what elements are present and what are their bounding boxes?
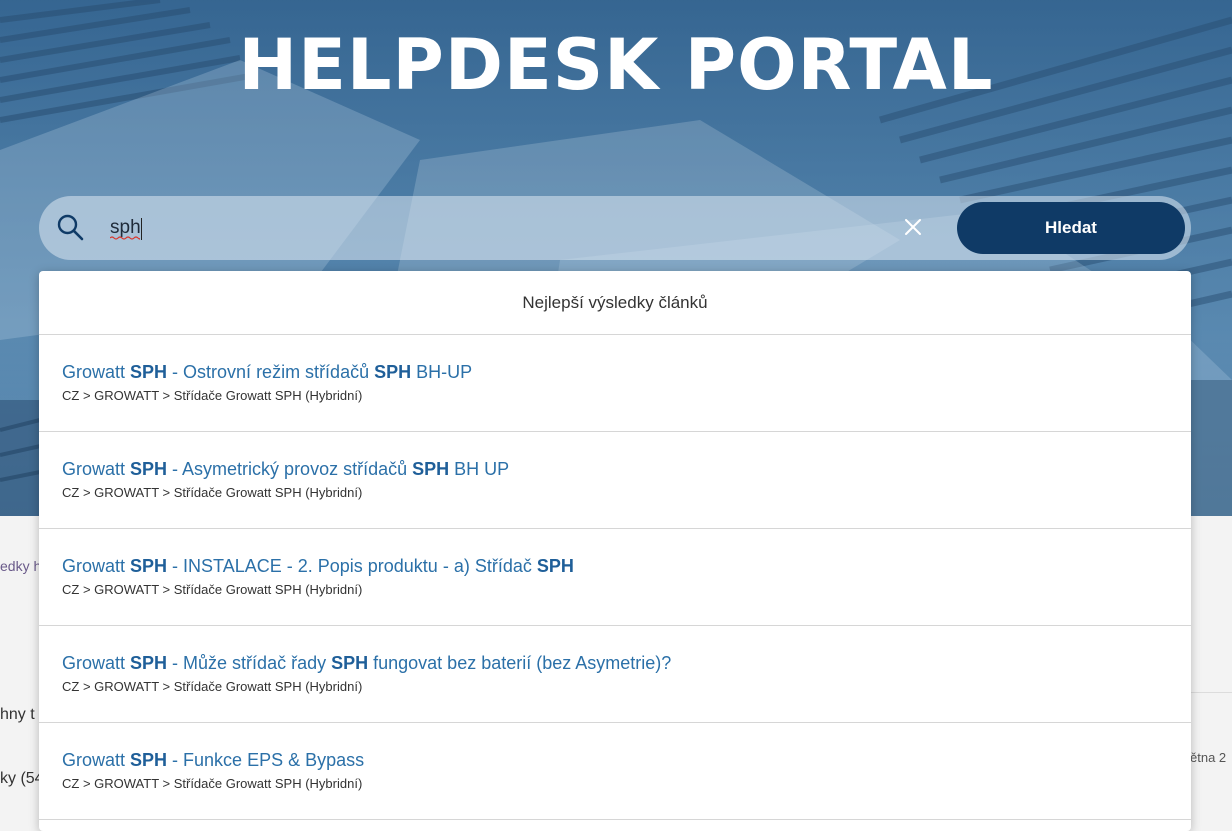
result-title-highlight: SPH bbox=[130, 459, 168, 479]
result-title-link[interactable]: Growatt SPH - Může střídač řady SPH fung… bbox=[62, 626, 1191, 674]
search-submit-button[interactable]: Hledat bbox=[957, 202, 1185, 254]
result-title-link[interactable]: Growatt SPH - Funkce EPS & Bypass bbox=[62, 723, 1191, 771]
result-title-text: Growatt bbox=[62, 556, 131, 576]
background-date-fragment: ětna 2 bbox=[1190, 750, 1227, 765]
result-breadcrumb: CZ > GROWATT > Střídače Growatt SPH (Hyb… bbox=[62, 679, 363, 694]
result-title-text: Growatt bbox=[62, 653, 131, 673]
result-title-text: Growatt bbox=[62, 750, 131, 770]
result-title-link[interactable]: Growatt SPH - INSTALACE - 2. Popis produ… bbox=[62, 529, 1191, 577]
result-title-text: - Ostrovní režim střídačů bbox=[167, 362, 375, 382]
result-title-highlight: SPH bbox=[412, 459, 450, 479]
background-link-fragment[interactable]: edky h bbox=[0, 558, 41, 574]
background-text-fragment: ky (54 bbox=[0, 770, 44, 787]
result-title-text: - Funkce EPS & Bypass bbox=[167, 750, 365, 770]
search-input[interactable] bbox=[110, 212, 870, 244]
result-title-highlight: SPH bbox=[130, 362, 168, 382]
result-title-text: Growatt bbox=[62, 362, 131, 382]
spellcheck-underline bbox=[110, 236, 140, 240]
search-result-item[interactable]: Growatt SPH - Může střídač řady SPH fung… bbox=[39, 626, 1191, 723]
result-title-text: fungovat bez baterií (bez Asymetrie)? bbox=[368, 653, 672, 673]
close-icon[interactable] bbox=[900, 214, 926, 240]
result-title-highlight: SPH bbox=[130, 750, 168, 770]
result-title-highlight: SPH bbox=[536, 556, 574, 576]
text-caret bbox=[141, 218, 142, 240]
result-title-highlight: SPH bbox=[130, 556, 168, 576]
result-title-text: BH UP bbox=[449, 459, 510, 479]
result-title-text: - Asymetrický provoz střídačů bbox=[167, 459, 413, 479]
search-icon bbox=[57, 214, 84, 241]
dropdown-header: Nejlepší výsledky článků bbox=[39, 271, 1191, 335]
search-result-item[interactable]: Growatt SPH - Ostrovní režim střídačů SP… bbox=[39, 335, 1191, 432]
result-breadcrumb: CZ > GROWATT > Střídače Growatt SPH (Hyb… bbox=[62, 388, 363, 403]
result-title-text: - Může střídač řady bbox=[167, 653, 332, 673]
search-result-item[interactable]: Growatt SPH - Asymetrický provoz střídač… bbox=[39, 432, 1191, 529]
result-breadcrumb: CZ > GROWATT > Střídače Growatt SPH (Hyb… bbox=[62, 582, 363, 597]
result-title-highlight: SPH bbox=[331, 653, 369, 673]
result-title-text: BH-UP bbox=[411, 362, 473, 382]
page-title: HELPDESK PORTAL bbox=[238, 24, 994, 106]
result-title-text: - INSTALACE - 2. Popis produktu - a) Stř… bbox=[167, 556, 537, 576]
search-result-item[interactable]: Growatt SPH - Funkce EPS & Bypass CZ > GR… bbox=[39, 723, 1191, 820]
divider bbox=[1190, 692, 1232, 693]
results-list: Growatt SPH - Ostrovní režim střídačů SP… bbox=[39, 335, 1191, 820]
result-title-link[interactable]: Growatt SPH - Asymetrický provoz střídač… bbox=[62, 432, 1191, 480]
result-title-link[interactable]: Growatt SPH - Ostrovní režim střídačů SP… bbox=[62, 335, 1191, 383]
result-title-text: Growatt bbox=[62, 459, 131, 479]
search-results-dropdown: Nejlepší výsledky článků Growatt SPH - O… bbox=[39, 271, 1191, 831]
background-text-fragment: hny t bbox=[0, 706, 35, 723]
result-breadcrumb: CZ > GROWATT > Střídače Growatt SPH (Hyb… bbox=[62, 776, 363, 791]
result-breadcrumb: CZ > GROWATT > Střídače Growatt SPH (Hyb… bbox=[62, 485, 363, 500]
result-title-highlight: SPH bbox=[374, 362, 412, 382]
search-result-item[interactable]: Growatt SPH - INSTALACE - 2. Popis produ… bbox=[39, 529, 1191, 626]
result-title-highlight: SPH bbox=[130, 653, 168, 673]
